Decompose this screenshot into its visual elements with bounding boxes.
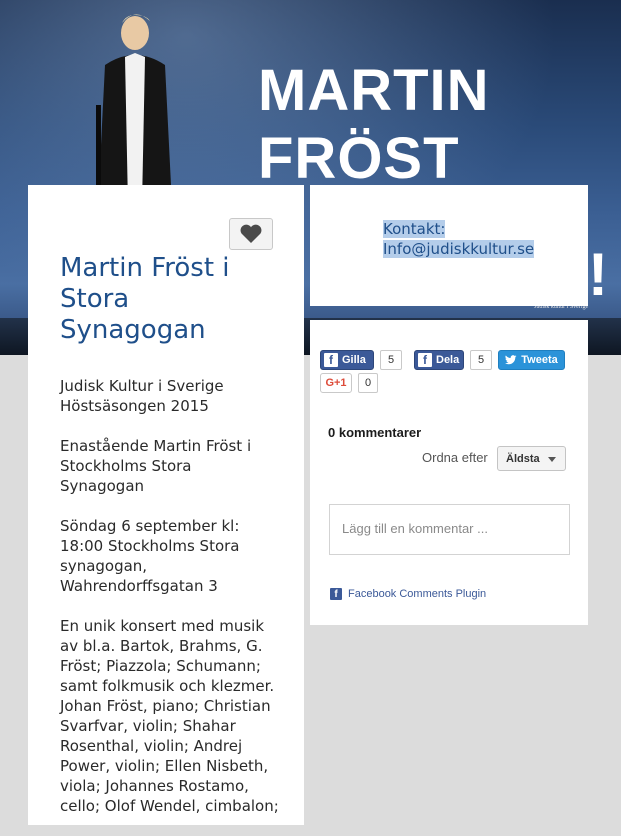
sort-value: Äldsta [506, 452, 540, 465]
musician-photo [96, 14, 172, 205]
event-paragraph: Söndag 6 september kl: 18:00 Stockholms … [60, 517, 240, 595]
event-description: Judisk Kultur i Sverige Höstsäsongen 201… [60, 376, 280, 836]
comments-count: 0 kommentarer [328, 425, 422, 440]
event-paragraph: En unik konsert med musik av bl.a. Barto… [60, 617, 279, 815]
facebook-comments-plugin-link[interactable]: f Facebook Comments Plugin [330, 588, 486, 600]
hero-title-line1: MARTIN [258, 58, 490, 123]
contact-label: Kontakt: [383, 220, 446, 238]
facebook-icon: f [330, 588, 342, 600]
like-button[interactable] [229, 218, 273, 250]
google-plus-label: G+1 [325, 377, 347, 389]
comment-input[interactable]: Lägg till en kommentar ... [329, 504, 570, 555]
event-paragraph: Enastående Martin Fröst i Stockholms Sto… [60, 437, 252, 495]
contact-email[interactable]: Info@judiskkultur.se [383, 240, 535, 258]
sort-label: Ordna efter [422, 450, 488, 465]
like-label: Gilla [342, 354, 366, 366]
google-plus-button[interactable]: G+1 [320, 373, 352, 393]
hero-title-line2: FRÖST [258, 126, 460, 191]
social-comments-card: f Gilla 5 f Dela 5 Tweeta G+1 0 0 kommen… [310, 320, 588, 625]
tweet-button[interactable]: Tweeta [498, 350, 565, 370]
facebook-like-button[interactable]: f Gilla [320, 350, 374, 370]
contact-card: Kontakt: Info@judiskkultur.se [310, 185, 588, 306]
google-plus-count: 0 [358, 373, 378, 393]
event-title: Martin Fröst i Stora Synagogan [60, 253, 230, 345]
event-card: Martin Fröst i Stora Synagogan Judisk Ku… [28, 185, 304, 825]
share-count: 5 [470, 350, 492, 370]
share-label: Dela [436, 354, 460, 366]
facebook-icon: f [418, 353, 432, 367]
hero-exclamation: ! [588, 241, 608, 308]
tweet-label: Tweeta [521, 354, 558, 366]
contact-block: Kontakt: Info@judiskkultur.se [383, 219, 535, 259]
heart-icon [240, 224, 262, 243]
facebook-share-button[interactable]: f Dela [414, 350, 464, 370]
plugin-label: Facebook Comments Plugin [348, 588, 487, 600]
like-count: 5 [380, 350, 402, 370]
twitter-bird-icon [505, 355, 517, 365]
sort-dropdown[interactable]: Äldsta [497, 446, 566, 471]
facebook-icon: f [324, 353, 338, 367]
event-paragraph: Judisk Kultur i Sverige Höstsäsongen 201… [60, 377, 224, 415]
chevron-down-icon [548, 457, 556, 462]
